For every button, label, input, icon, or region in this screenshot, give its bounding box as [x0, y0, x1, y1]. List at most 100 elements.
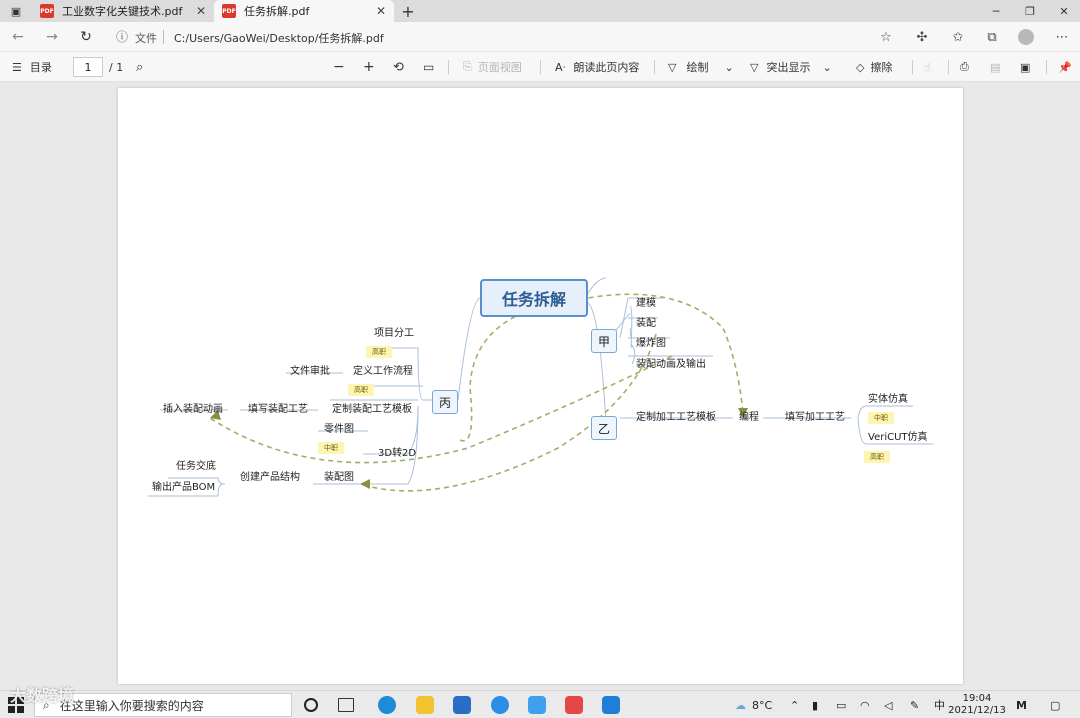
weather-widget[interactable]: ☁ 8°C [735, 691, 772, 718]
refresh-icon[interactable]: ↻ [76, 27, 96, 47]
tag-senior: 高职 [348, 384, 374, 396]
back-icon[interactable]: ← [8, 27, 28, 47]
more-icon[interactable]: ⋯ [1052, 28, 1072, 46]
touch-icon[interactable]: ☝ [924, 52, 931, 82]
app-tray-icon[interactable]: M [1016, 691, 1027, 718]
node-fill-assembly-process: 填写装配工艺 [248, 404, 308, 415]
node-fill-process: 填写加工工艺 [785, 412, 845, 423]
toc-button[interactable]: ☰ 目录 [12, 52, 52, 82]
new-tab-icon[interactable]: + [398, 0, 418, 22]
document-area[interactable]: 任务拆解 甲 乙 丙 建模 装配 爆炸图 装配动画及输出 定制加工工艺模板 编程… [0, 82, 1080, 690]
extensions-icon[interactable]: ✣ [912, 28, 932, 46]
draw-button[interactable]: ▽ 绘制 ⌄ [668, 52, 734, 82]
minimize-icon[interactable]: ─ [980, 0, 1012, 22]
page-view-button[interactable]: ⎘ 页面视图 [463, 52, 522, 82]
search-icon[interactable]: ⌕ [136, 52, 143, 82]
fit-page-icon[interactable]: ▭ [423, 52, 434, 82]
highlight-label: 突出显示 [766, 61, 811, 74]
node-modeling: 建模 [636, 298, 656, 309]
node-assembly-drawing: 装配图 [324, 472, 354, 483]
clock[interactable]: 19:04 2021/12/13 [948, 693, 1006, 717]
list-icon: ☰ [12, 60, 22, 74]
highlight-button[interactable]: ▽ 突出显示 ⌄ [750, 52, 832, 82]
tab-label: 任务拆解.pdf [244, 5, 310, 18]
node-define-workflow: 定义工作流程 [353, 366, 413, 377]
favorites-icon[interactable]: ✩ [948, 28, 968, 46]
microphone-icon[interactable]: ▮ [812, 691, 818, 718]
save-as-icon[interactable]: ▣ [1020, 52, 1030, 82]
node-exploded-view: 爆炸图 [636, 338, 666, 349]
mail-icon[interactable] [453, 696, 471, 714]
close-icon[interactable]: ✕ [376, 4, 386, 18]
zoom-in-icon[interactable]: + [363, 52, 375, 82]
divider [448, 60, 449, 74]
tag-senior: 高职 [366, 346, 392, 358]
blue-app-icon[interactable] [602, 696, 620, 714]
cortana-icon[interactable] [304, 698, 318, 712]
erase-label: 擦除 [870, 61, 893, 74]
read-aloud-label: 朗读此页内容 [573, 61, 640, 74]
battery-icon[interactable]: ▭ [836, 691, 846, 718]
forward-icon[interactable]: → [42, 27, 62, 47]
add-favorite-icon[interactable]: ☆ [876, 28, 896, 46]
divider [912, 60, 913, 74]
toc-label: 目录 [29, 61, 52, 74]
ime-indicator[interactable]: 中 [934, 691, 945, 718]
tab-task-breakdown-pdf[interactable]: PDF 任务拆解.pdf ✕ [214, 0, 394, 22]
node-programming: 编程 [739, 412, 759, 423]
save-icon[interactable]: ▤ [990, 52, 1000, 82]
node-task-handover: 任务交底 [176, 461, 216, 472]
tag-middle: 中职 [318, 442, 344, 454]
file-explorer-icon[interactable] [416, 696, 434, 714]
close-window-icon[interactable]: ✕ [1048, 0, 1080, 22]
avatar[interactable] [1018, 29, 1034, 45]
node-3d-to-2d: 3D转2D [378, 448, 417, 459]
taskbar: ⌕ 在这里输入你要搜索的内容 ☁ 8°C ⌃ ▮ ▭ ◠ ◁ ✎ 中 19:04… [0, 690, 1080, 718]
rotate-icon[interactable]: ⟲ [393, 52, 404, 82]
chevron-down-icon[interactable]: ⌄ [724, 61, 733, 74]
wifi-icon[interactable]: ◠ [860, 691, 870, 718]
browser-icon[interactable] [491, 696, 509, 714]
read-aloud-icon: Aᐧ [555, 60, 566, 74]
node-vericut-sim: VeriCUT仿真 [868, 432, 928, 443]
pdf-icon: PDF [222, 4, 236, 18]
node-part-drawing: 零件图 [324, 424, 354, 435]
red-app-icon[interactable] [565, 696, 583, 714]
node-create-product-structure: 创建产品结构 [240, 472, 300, 483]
cloud-app-icon[interactable] [528, 696, 546, 714]
node-process-template: 定制加工工艺模板 [636, 412, 716, 423]
zoom-out-icon[interactable]: − [333, 52, 345, 82]
draw-icon: ▽ [668, 60, 677, 74]
erase-button[interactable]: ◇ 擦除 [856, 52, 892, 82]
tab-strip: ▣ PDF 工业数字化关键技术.pdf ✕ PDF 任务拆解.pdf ✕ + ─… [0, 0, 1080, 22]
notification-icon[interactable]: ▢ [1050, 691, 1060, 718]
info-icon[interactable]: ⓘ [116, 28, 128, 45]
divider [1046, 60, 1047, 74]
page-number-input[interactable]: 1 [73, 57, 103, 77]
divider [654, 60, 655, 74]
tab-industrial-pdf[interactable]: PDF 工业数字化关键技术.pdf ✕ [32, 0, 214, 22]
pin-icon[interactable]: 📌 [1058, 52, 1072, 82]
read-aloud-button[interactable]: Aᐧ 朗读此页内容 [555, 52, 639, 82]
page-total: / 1 [109, 60, 124, 74]
print-icon[interactable]: ⎙ [960, 52, 969, 82]
chevron-down-icon[interactable]: ⌄ [822, 61, 831, 74]
address-input[interactable]: C:/Users/GaoWei/Desktop/任务拆解.pdf [174, 30, 384, 46]
volume-icon[interactable]: ◁ [884, 691, 892, 718]
collections-icon[interactable]: ⧉ [982, 28, 1002, 46]
edge-icon[interactable] [378, 696, 396, 714]
task-view-icon[interactable] [338, 698, 354, 712]
chevron-up-icon[interactable]: ⌃ [790, 691, 799, 718]
maximize-icon[interactable]: ❐ [1014, 0, 1046, 22]
tab-actions-icon[interactable]: ▣ [0, 0, 32, 22]
node-insert-animation: 插入装配动画 [163, 404, 223, 415]
page-view-icon: ⎘ [463, 60, 472, 73]
close-icon[interactable]: ✕ [196, 4, 206, 18]
mindmap-connectors [148, 277, 933, 497]
page-view-label: 页面视图 [477, 61, 522, 74]
pen-icon[interactable]: ✎ [910, 691, 919, 718]
branch-yi: 乙 [591, 416, 617, 440]
node-project-division: 项目分工 [374, 328, 414, 339]
address-bar: ← → ↻ ⓘ 文件 C:/Users/GaoWei/Desktop/任务拆解.… [0, 22, 1080, 52]
branch-jia: 甲 [591, 329, 617, 353]
